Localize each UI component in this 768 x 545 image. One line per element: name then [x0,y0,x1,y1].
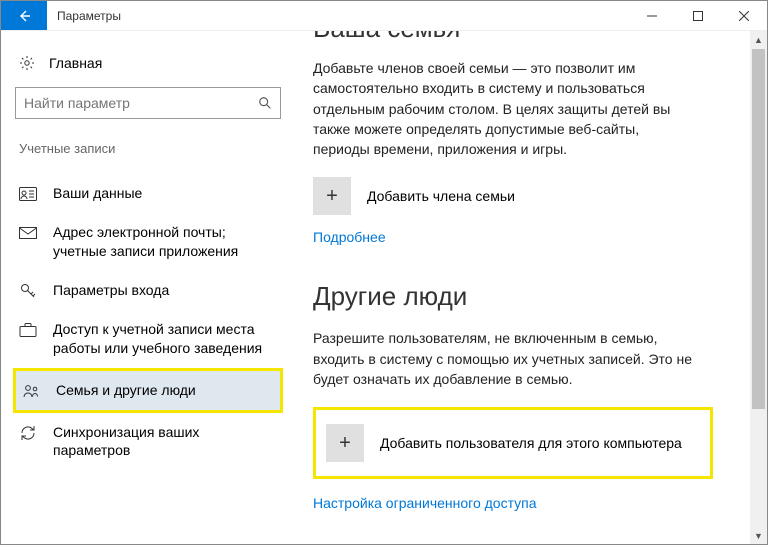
search-icon [250,96,280,110]
kiosk-link[interactable]: Настройка ограниченного доступа [313,495,537,511]
back-button[interactable] [1,1,47,30]
section-body-family: Добавьте членов своей семьи — это позвол… [313,58,693,159]
sidebar-group-title: Учетные записи [13,137,283,174]
sidebar-item-label: Доступ к учетной записи места работы или… [53,320,277,358]
sidebar-item-label: Ваши данные [53,184,142,203]
main-panel: Ваша семья Добавьте членов своей семьи —… [295,31,767,544]
minimize-button[interactable] [629,1,675,30]
mail-icon [19,224,37,242]
id-card-icon [19,185,37,203]
sidebar-item-work-access[interactable]: Доступ к учетной записи места работы или… [13,310,283,368]
sidebar-item-family[interactable]: Семья и другие люди [13,368,283,413]
gear-icon [19,55,35,71]
sidebar: Главная Учетные записи Ваши данные Адрес… [1,31,295,544]
briefcase-icon [19,321,37,339]
sync-icon [19,424,37,442]
key-icon [19,282,37,300]
maximize-button[interactable] [675,1,721,30]
add-family-label: Добавить члена семьи [367,188,515,204]
plus-icon: + [326,424,364,462]
home-nav[interactable]: Главная [13,51,283,81]
sidebar-item-signin-options[interactable]: Параметры входа [13,271,283,310]
section-heading-family: Ваша семья [313,31,745,44]
close-icon [739,11,749,21]
scrollbar[interactable]: ▲ ▼ [750,31,767,544]
search-box[interactable] [15,87,281,119]
add-family-member-button[interactable]: + Добавить члена семьи [313,177,745,215]
window-controls [629,1,767,30]
sidebar-item-label: Параметры входа [53,281,169,300]
learn-more-link[interactable]: Подробнее [313,229,386,245]
add-other-user-button[interactable]: + Добавить пользователя для этого компью… [313,407,713,479]
sidebar-item-your-info[interactable]: Ваши данные [13,174,283,213]
plus-icon: + [313,177,351,215]
sidebar-item-email-accounts[interactable]: Адрес электронной почты; учетные записи … [13,213,283,271]
search-input[interactable] [16,95,250,111]
close-button[interactable] [721,1,767,30]
arrow-left-icon [16,8,32,24]
titlebar: Параметры [1,1,767,31]
sidebar-item-label: Адрес электронной почты; учетные записи … [53,223,277,261]
minimize-icon [647,11,657,21]
section-heading-others: Другие люди [313,281,745,312]
home-label: Главная [49,55,102,71]
sidebar-item-label: Семья и другие люди [56,381,196,400]
scroll-down-arrow-icon[interactable]: ▼ [750,527,767,544]
scrollbar-thumb[interactable] [752,49,765,409]
sidebar-item-label: Синхронизация ваших параметров [53,423,277,461]
sidebar-item-sync[interactable]: Синхронизация ваших параметров [13,413,283,471]
scroll-up-arrow-icon[interactable]: ▲ [750,31,767,48]
maximize-icon [693,11,703,21]
add-other-user-label: Добавить пользователя для этого компьюте… [380,435,682,451]
people-icon [22,382,40,400]
window-title: Параметры [47,1,629,30]
section-body-others: Разрешите пользователям, не включенным в… [313,328,693,389]
